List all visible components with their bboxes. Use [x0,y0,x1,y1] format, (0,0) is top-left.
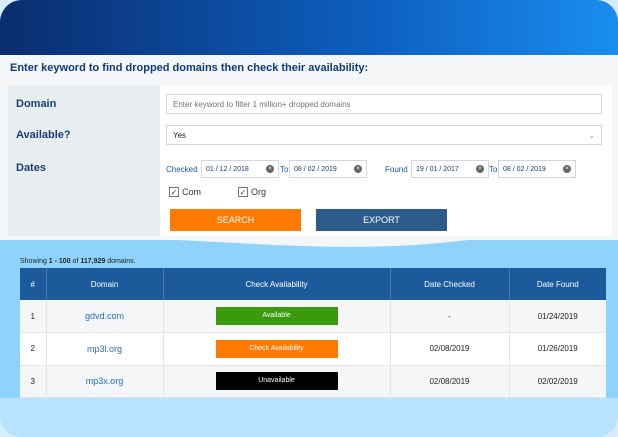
results-suffix: domains. [105,258,136,265]
bottom-strip [0,398,618,437]
results-table: # Domain Check Availability Date Checked… [20,268,606,398]
clear-icon[interactable]: × [476,165,484,173]
date-checked-cell: 02/08/2019 [390,332,510,366]
column-header-domain: Domain [46,268,164,300]
checked-to-date[interactable]: 08 / 02 / 2019 × [289,160,367,178]
date-checked-cell: - [390,300,510,333]
domain-input[interactable]: Enter keyword to filter 1 million+ dropp… [166,94,602,114]
checked-from-value: 01 / 12 / 2018 [206,165,249,173]
results-count: Showing 1 - 100 of 117,929 domains. [20,258,136,265]
export-button[interactable]: EXPORT [316,209,447,231]
availability-cell: Available [163,300,391,333]
to-label: To [489,165,498,174]
to-label: To [280,165,289,174]
available-select-value: Yes [173,130,187,140]
available-status-button[interactable]: Available [215,307,338,325]
check-availability-button[interactable]: Check Availability [215,339,338,358]
checked-from-date[interactable]: 01 / 12 / 2018 × [201,160,279,178]
unavailable-status-button[interactable]: Unavailable [215,372,338,391]
results-total: 117,929 [80,258,106,265]
clear-icon[interactable]: × [354,165,362,173]
search-button[interactable]: SEARCH [170,209,301,231]
row-number: 3 [20,365,47,398]
results-range: 1 - 100 [48,258,71,265]
date-checked-cell: 02/08/2019 [390,365,510,398]
availability-cell: Check Availability [163,332,391,366]
results-prefix: Showing [20,258,49,265]
date-found-cell: 01/26/2019 [509,332,606,366]
column-header-date-checked: Date Checked [390,268,510,300]
app-frame: Enter keyword to find dropped domains th… [0,0,618,437]
dates-label: Dates [16,162,46,174]
found-from-date[interactable]: 19 / 01 / 2017 × [411,160,489,178]
page-heading: Enter keyword to find dropped domains th… [10,62,369,74]
checkmark-icon: ✓ [238,187,248,197]
com-checkbox[interactable]: ✓ Com [169,187,201,197]
found-to-value: 08 / 02 / 2019 [503,165,546,173]
com-label: Com [182,187,202,197]
filter-form: Domain Enter keyword to filter 1 million… [8,86,612,236]
table-row: 3 mp3x.org Unavailable 02/08/2019 02/02/… [20,365,606,398]
found-label: Found [385,165,408,174]
availability-cell: Unavailable [163,365,391,398]
header-band [0,0,618,60]
column-header-availability: Check Availability [163,268,391,300]
date-found-cell: 02/02/2019 [509,365,606,398]
domain-label: Domain [16,98,57,110]
clear-icon[interactable]: × [266,165,274,173]
found-from-value: 19 / 01 / 2017 [416,165,459,173]
row-number: 2 [20,332,47,366]
domain-link[interactable]: mp3l.org [46,332,164,366]
domain-link[interactable]: gdvd.com [46,300,164,333]
column-header-date-found: Date Found [509,268,606,300]
table-row: 1 gdvd.com Available - 01/24/2019 [20,300,606,333]
org-checkbox[interactable]: ✓ Org [238,187,266,197]
available-label: Available? [16,129,71,141]
checked-to-value: 08 / 02 / 2019 [294,165,337,173]
column-header-number: # [20,268,47,300]
org-label: Org [251,187,267,197]
available-select[interactable]: Yes ⌄ [166,125,602,145]
found-to-date[interactable]: 08 / 02 / 2019 × [498,160,576,178]
checked-label: Checked [166,165,198,174]
checkmark-icon: ✓ [169,187,179,197]
chevron-down-icon: ⌄ [588,130,595,140]
date-found-cell: 01/24/2019 [509,300,606,333]
table-header-row: # Domain Check Availability Date Checked… [20,268,606,300]
row-number: 1 [20,300,47,333]
results-of: of [70,258,81,265]
clear-icon[interactable]: × [563,165,571,173]
domain-link[interactable]: mp3x.org [46,365,164,398]
table-row: 2 mp3l.org Check Availability 02/08/2019… [20,332,606,366]
